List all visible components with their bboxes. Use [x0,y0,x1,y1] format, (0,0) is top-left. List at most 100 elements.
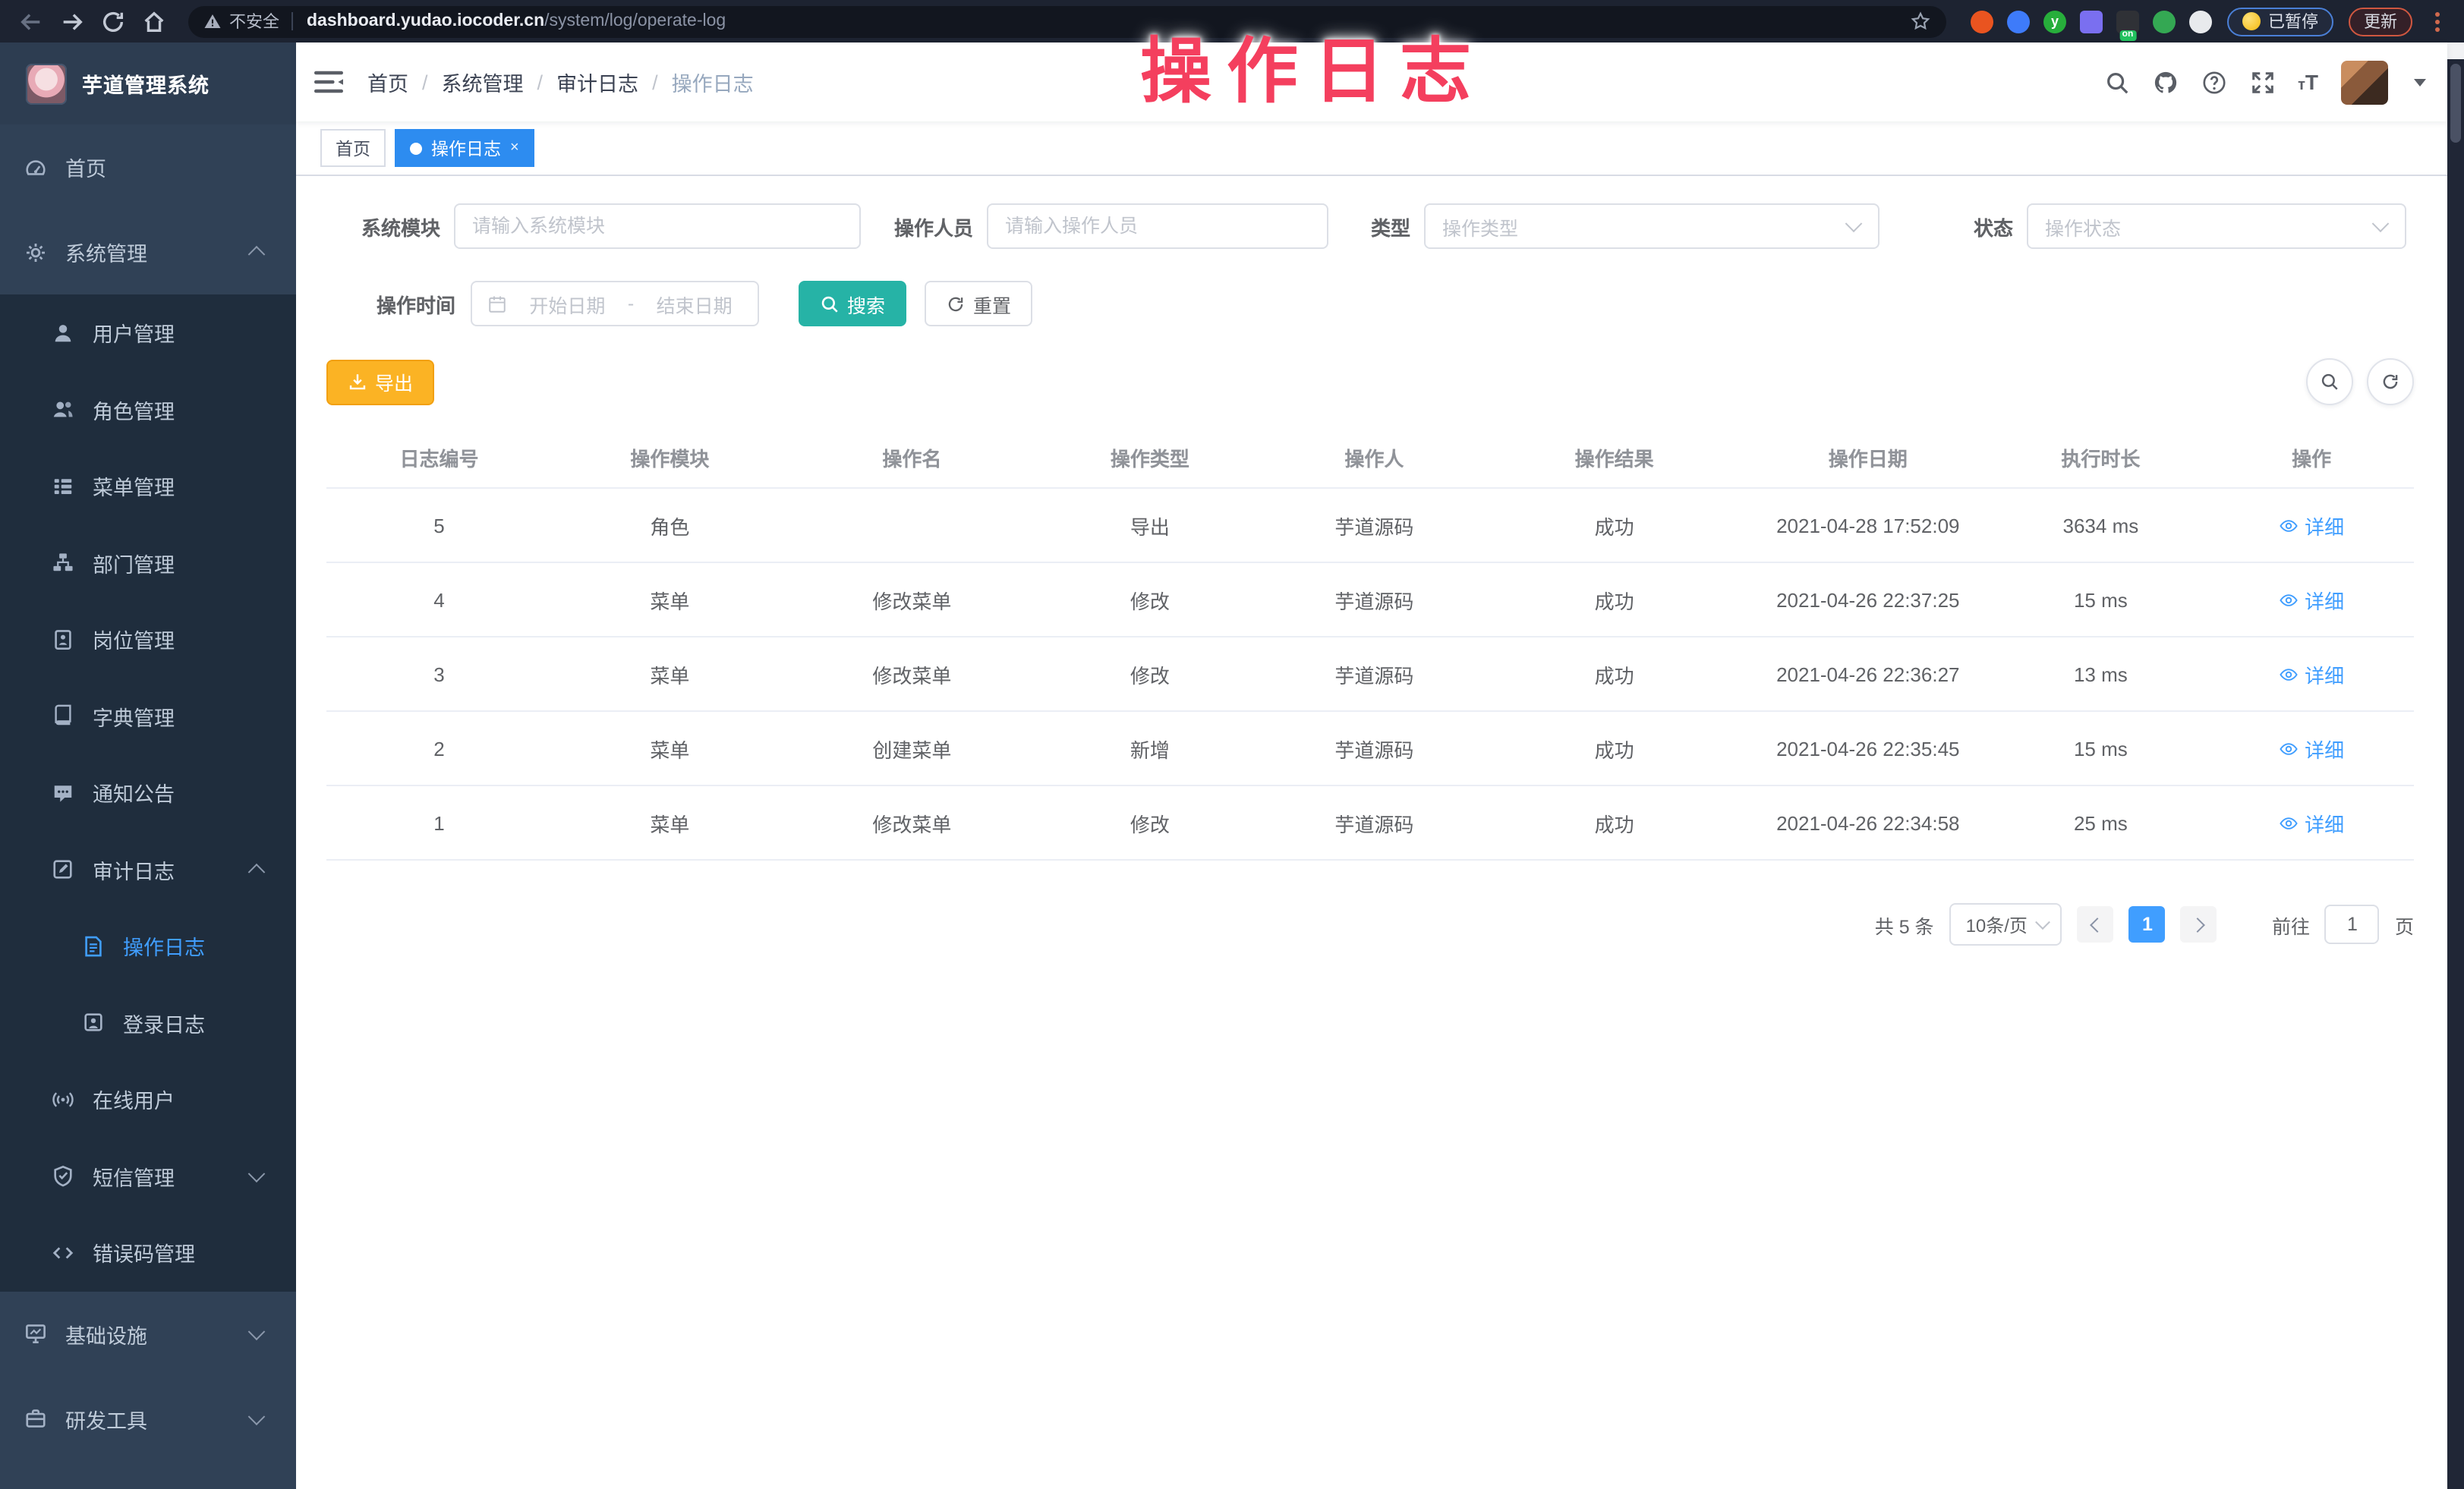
sidebar-collapse-icon[interactable] [314,70,343,94]
detail-link[interactable]: 详细 [2279,734,2344,763]
detail-link[interactable]: 详细 [2279,511,2344,540]
bookmark-star-icon[interactable] [1910,11,1931,32]
table-cell: 15 ms [1992,562,2209,637]
goto-page-input[interactable] [2325,905,2380,944]
sidebar-item-role-management[interactable]: 角色管理 [0,371,296,448]
table-cell: 芋道源码 [1264,488,1485,562]
breadcrumb-separator: / [537,71,544,93]
chevron-down-icon[interactable] [2414,78,2426,86]
column-header: 操作模块 [552,427,788,488]
sidebar-item-notice-announcement[interactable]: 通知公告 [0,754,296,831]
detail-link[interactable]: 详细 [2279,808,2344,837]
refresh-table-button[interactable] [2367,358,2414,405]
scrollbar-thumb[interactable] [2450,64,2461,143]
detail-link-label: 详细 [2305,511,2344,540]
reset-button[interactable]: 重置 [925,281,1032,326]
browser-home-icon[interactable] [141,8,167,34]
sidebar-item-sms-management[interactable]: 短信管理 [0,1138,296,1214]
prev-page-button[interactable] [2078,906,2114,943]
type-select[interactable]: 操作类型 [1424,203,1880,249]
sidebar-item-user-management[interactable]: 用户管理 [0,294,296,371]
chevron-right-icon [2190,917,2205,932]
column-header: 操作 [2209,427,2414,488]
browser-scrollbar[interactable] [2447,42,2464,1489]
detail-link-label: 详细 [2305,585,2344,614]
status-select-placeholder: 操作状态 [2045,212,2121,241]
sidebar-item-operate-log[interactable]: 操作日志 [0,908,296,984]
browser-forward-icon[interactable] [59,8,85,34]
screen: 不安全 dashboard.yudao.iocoder.cn/system/lo… [0,0,2464,1489]
detail-link[interactable]: 详细 [2279,585,2344,614]
tab-label: 首页 [336,136,370,160]
table-cell: 芋道源码 [1264,637,1485,711]
stats-extension-icon[interactable] [2080,10,2103,33]
table-row: 1菜单修改菜单修改芋道源码成功2021-04-26 22:34:5825 ms详… [326,785,2414,860]
breadcrumb-separator: / [652,71,658,93]
detail-link[interactable]: 详细 [2279,660,2344,688]
leaf-extension-icon[interactable] [2153,10,2176,33]
fullscreen-icon[interactable] [2249,69,2275,95]
search-button[interactable]: 搜索 [799,281,906,326]
sidebar-item-audit-log[interactable]: 审计日志 [0,831,296,908]
pagination: 共 5 条 10条/页 1 前往 页 [326,903,2414,946]
sidebar-item-system-management[interactable]: 系统管理 [0,209,296,294]
tab-operate-log[interactable]: 操作日志 × [395,129,534,167]
extension-badge: on [2119,30,2137,40]
paused-label: 已暂停 [2268,9,2318,33]
chevron-down-icon [2036,914,2051,930]
sidebar-item-label: 错误码管理 [93,1238,195,1268]
page-size-select[interactable]: 10条/页 [1949,903,2062,946]
ubuntu-extension-icon[interactable] [1971,10,1993,33]
module-input[interactable] [454,203,861,249]
status-label: 状态 [1952,212,2013,241]
page-number-button[interactable]: 1 [2129,906,2166,943]
sidebar-item-login-log[interactable]: 登录日志 [0,984,296,1061]
search-icon [820,294,840,313]
sidebar-item-menu-management[interactable]: 菜单管理 [0,448,296,524]
tab-label: 操作日志 [431,136,501,160]
browser-back-icon[interactable] [18,8,44,34]
breadcrumb-item[interactable]: 审计日志 [556,67,638,97]
module-label: 系统模块 [326,212,440,241]
update-label: 更新 [2364,9,2397,33]
table-cell: 成功 [1485,637,1744,711]
sidebar-item-infrastructure[interactable]: 基础设施 [0,1291,296,1376]
users-icon [52,398,74,421]
font-size-icon[interactable]: тT [2298,71,2318,93]
search-icon[interactable] [2103,69,2129,95]
browser-menu-icon[interactable] [2428,9,2446,33]
sidebar-item-home[interactable]: 首页 [0,124,296,209]
breadcrumb-item[interactable]: 首页 [367,67,408,97]
sidebar-item-post-management[interactable]: 岗位管理 [0,601,296,678]
date-range-picker[interactable]: 开始日期 - 结束日期 [471,281,759,326]
proxy-on-extension-icon[interactable]: on [2116,10,2139,33]
export-button[interactable]: 导出 [326,359,434,405]
table-cell [788,488,1036,562]
user-avatar[interactable] [2341,60,2388,104]
close-icon[interactable]: × [510,140,519,156]
operator-input[interactable] [987,203,1328,249]
pin-extension-icon[interactable] [2189,10,2212,33]
update-button[interactable]: 更新 [2349,7,2412,36]
eye-icon [2279,590,2299,609]
help-icon[interactable] [2201,69,2226,95]
show-search-button[interactable] [2306,358,2353,405]
paused-chip[interactable]: 已暂停 [2227,7,2333,36]
address-bar[interactable]: 不安全 dashboard.yudao.iocoder.cn/system/lo… [188,5,1946,37]
video-helper-extension-icon[interactable]: y [2043,10,2066,33]
status-select[interactable]: 操作状态 [2027,203,2406,249]
next-page-button[interactable] [2181,906,2217,943]
tab-home[interactable]: 首页 [320,129,386,167]
github-icon[interactable] [2152,69,2178,95]
sidebar-item-error-code-management[interactable]: 错误码管理 [0,1214,296,1291]
sidebar-item-dept-management[interactable]: 部门管理 [0,524,296,601]
browser-reload-icon[interactable] [100,8,126,34]
sidebar-item-online-users[interactable]: 在线用户 [0,1061,296,1138]
table-cell: 成功 [1485,562,1744,637]
location-extension-icon[interactable] [2007,10,2030,33]
total-count: 共 5 条 [1875,910,1934,939]
app-title: 芋道管理系统 [82,68,210,99]
breadcrumb-item[interactable]: 系统管理 [442,67,524,97]
sidebar-item-dict-management[interactable]: 字典管理 [0,678,296,754]
sidebar-item-dev-tools[interactable]: 研发工具 [0,1376,296,1461]
